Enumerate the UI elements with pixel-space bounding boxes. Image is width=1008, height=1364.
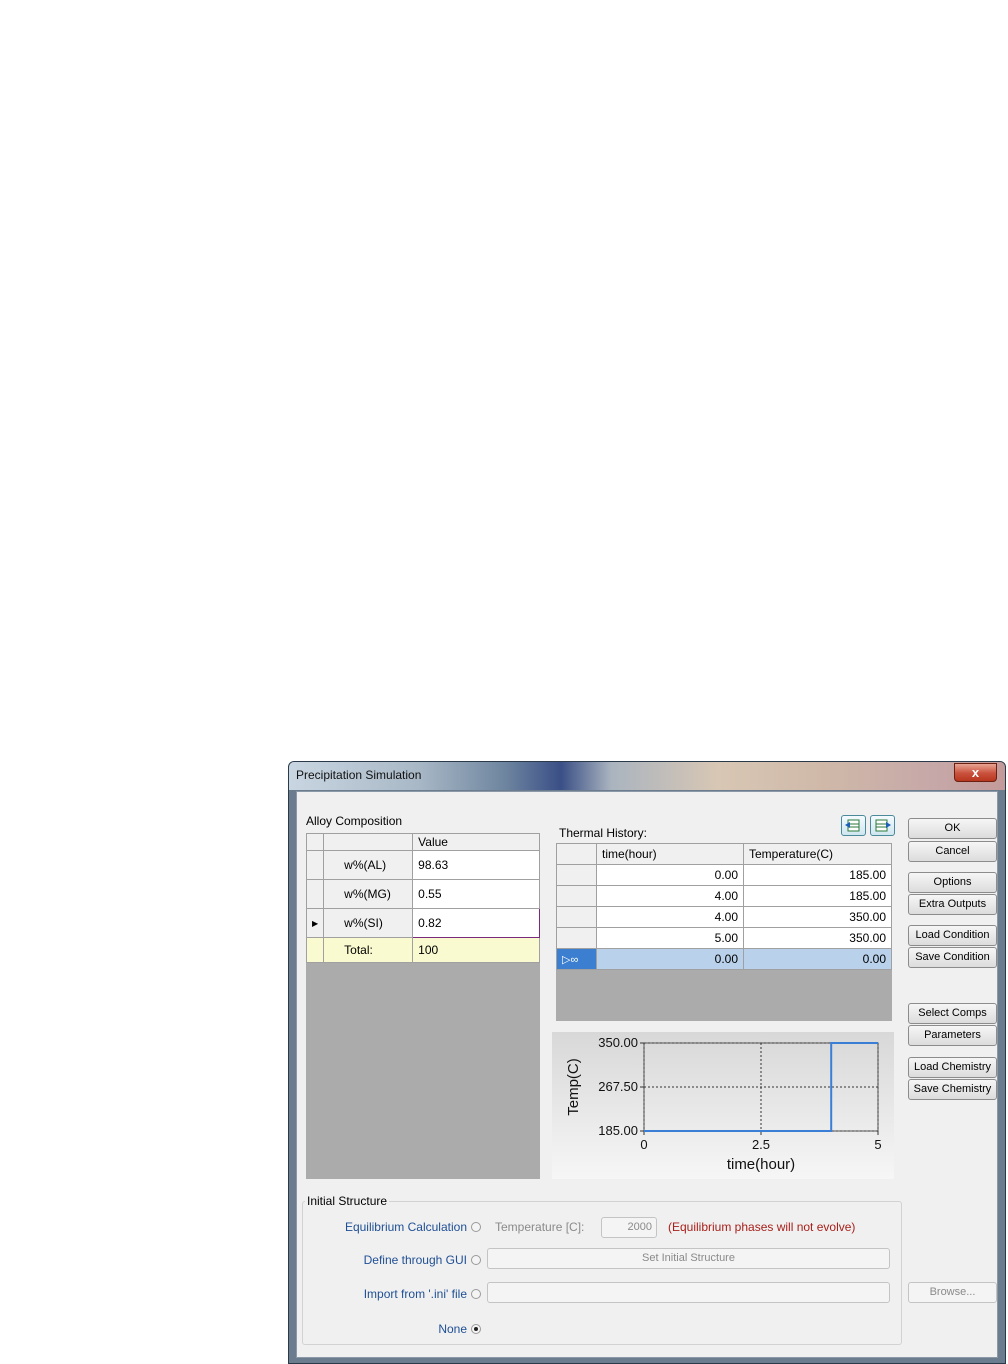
close-button[interactable]: x: [954, 763, 997, 782]
define-through-gui-radio[interactable]: [471, 1255, 481, 1265]
x-tick-label: 2.5: [752, 1137, 770, 1152]
temperature-cell[interactable]: 185.00: [743, 885, 892, 907]
load-condition-button[interactable]: Load Condition: [908, 925, 997, 946]
alloy-composition-grid: Value w%(AL) 98.63 w%(MG) 0.55 ▶ w%(SI) …: [305, 833, 540, 1179]
thermal-history-chart: 350.00 267.50 185.00 0 2.5 5 time(hour) Temp(C): [552, 1032, 894, 1179]
total-value: 100: [412, 937, 540, 963]
browse-button[interactable]: Browse...: [908, 1282, 997, 1303]
temperature-input[interactable]: 2000: [601, 1217, 657, 1238]
new-row-pencil-icon: ▷∞: [556, 948, 597, 970]
precipitation-simulation-window: Precipitation Simulation x Alloy Composi…: [288, 761, 1006, 1364]
time-cell-new[interactable]: 0.00: [596, 948, 744, 970]
import-table-icon[interactable]: [841, 815, 866, 836]
alloy-value-cell[interactable]: 0.55: [412, 879, 540, 909]
select-comps-button[interactable]: Select Comps: [908, 1003, 997, 1024]
extra-outputs-button[interactable]: Extra Outputs: [908, 894, 997, 915]
alloy-value-cell[interactable]: 98.63: [412, 850, 540, 880]
time-column-header: time(hour): [596, 843, 744, 865]
temperature-cell[interactable]: 185.00: [743, 864, 892, 886]
import-ini-file-label: Import from '.ini' file: [363, 1287, 467, 1301]
alloy-value-cell-active[interactable]: 0.82: [412, 908, 540, 938]
alloy-table: Value w%(AL) 98.63 w%(MG) 0.55 ▶ w%(SI) …: [305, 833, 540, 963]
window-title: Precipitation Simulation: [296, 768, 422, 782]
time-cell[interactable]: 0.00: [596, 864, 744, 886]
equilibrium-calculation-radio[interactable]: [471, 1222, 481, 1232]
y-axis-label: Temp(C): [565, 1058, 582, 1116]
total-label: Total:: [323, 937, 414, 963]
title-bar[interactable]: Precipitation Simulation x: [289, 762, 1005, 790]
import-ini-file-radio[interactable]: [471, 1289, 481, 1299]
temperature-label: Temperature [C]:: [495, 1220, 585, 1234]
time-cell[interactable]: 5.00: [596, 927, 744, 949]
x-axis-label: time(hour): [727, 1156, 795, 1173]
value-column-header: Value: [412, 833, 540, 851]
y-tick-label: 185.00: [598, 1123, 638, 1138]
alloy-composition-label: Alloy Composition: [306, 814, 403, 828]
save-condition-button[interactable]: Save Condition: [908, 947, 997, 968]
parameters-button[interactable]: Parameters: [908, 1025, 997, 1046]
load-chemistry-button[interactable]: Load Chemistry: [908, 1057, 997, 1078]
time-cell[interactable]: 4.00: [596, 906, 744, 928]
save-chemistry-button[interactable]: Save Chemistry: [908, 1079, 997, 1100]
alloy-row-name: w%(AL): [323, 850, 414, 880]
ini-file-path-input[interactable]: [487, 1282, 890, 1303]
y-tick-label: 267.50: [598, 1079, 638, 1094]
cancel-button[interactable]: Cancel: [908, 841, 997, 862]
thermal-history-grid: time(hour) Temperature(C) 0.00 185.00 4.…: [556, 843, 892, 1021]
thermal-history-label: Thermal History:: [559, 826, 648, 840]
dialog-client-area: Alloy Composition Value w%(AL) 98.63 w%(…: [296, 791, 998, 1358]
temperature-column-header: Temperature(C): [743, 843, 892, 865]
alloy-row-name: w%(MG): [323, 879, 414, 909]
alloy-row-name: w%(SI): [323, 908, 414, 938]
none-radio[interactable]: [471, 1324, 481, 1334]
temperature-time-chart: 350.00 267.50 185.000 2.5 5 time(hour) Temp(C): [565, 1035, 882, 1173]
initial-structure-label: Initial Structure: [305, 1194, 390, 1208]
x-tick-label: 0: [640, 1137, 647, 1152]
y-tick-label: 350.00: [598, 1035, 638, 1050]
temperature-cell[interactable]: 350.00: [743, 927, 892, 949]
time-cell[interactable]: 4.00: [596, 885, 744, 907]
thermal-table: time(hour) Temperature(C) 0.00 185.00 4.…: [556, 843, 892, 970]
x-tick-label: 5: [874, 1137, 881, 1152]
none-label: None: [438, 1322, 467, 1336]
current-row-arrow-icon: ▶: [305, 908, 325, 938]
export-table-icon[interactable]: [870, 815, 895, 836]
set-initial-structure-button[interactable]: Set Initial Structure: [487, 1248, 890, 1269]
equilibrium-note: (Equilibrium phases will not evolve): [668, 1220, 856, 1234]
equilibrium-calculation-label: Equilibrium Calculation: [344, 1220, 467, 1234]
options-button[interactable]: Options: [908, 872, 997, 893]
define-through-gui-label: Define through GUI: [363, 1253, 467, 1267]
temperature-cell[interactable]: 350.00: [743, 906, 892, 928]
ok-button[interactable]: OK: [908, 818, 997, 839]
temperature-cell-new[interactable]: 0.00: [743, 948, 892, 970]
